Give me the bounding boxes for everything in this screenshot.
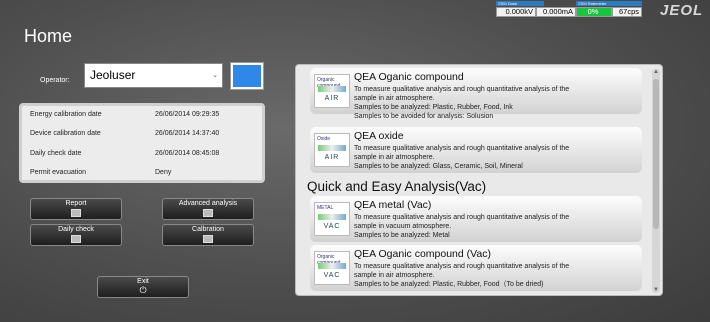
analysis-thumbnail: METAL VAC	[314, 202, 350, 236]
description-line: To measure qualitative analysis and roug…	[354, 86, 570, 93]
calibration-info-panel: Energy calibration date 26/06/2014 09:29…	[19, 103, 265, 183]
analysis-title: QEA Oganic compound (Vac)	[354, 248, 491, 260]
description-line: sample in air atmosphere.	[354, 95, 435, 102]
power-icon: ⏻	[139, 285, 147, 295]
description-line: Samples to be analyzed: Plastic, Rubber,…	[354, 104, 513, 111]
info-value: 26/06/2014 09:29:35	[155, 111, 220, 118]
analysis-thumbnail: Oxide AIR	[314, 133, 350, 167]
page-title: Home	[24, 26, 73, 46]
description-line: Samples to be avoided for analysis: Solu…	[354, 113, 494, 120]
scroll-up-icon[interactable]: ▲	[653, 69, 659, 75]
calibration-button[interactable]: Calbration	[162, 224, 254, 246]
thumbnail-atmosphere: VAC	[323, 272, 341, 279]
dose-label: SSM Dose	[496, 1, 544, 6]
analysis-description: To measure qualitative analysis and roug…	[354, 85, 624, 121]
percent-readout: 0%	[576, 7, 612, 17]
analysis-card-organic-air[interactable]: Organic compound AIR QEA Oganic compound…	[310, 68, 642, 120]
operator-select[interactable]: Jeoluser ⌄	[84, 63, 223, 88]
analysis-thumbnail: Organic compound VAC	[314, 251, 350, 285]
thumbnail-caption: METAL	[317, 205, 334, 211]
jeol-logo: JEOL	[660, 2, 704, 19]
analysis-card-organic-vac[interactable]: Organic compound VAC QEA Oganic compound…	[310, 245, 642, 291]
monitor-icon	[71, 235, 81, 243]
ratemeter-label: SSM Ratemeter	[576, 1, 642, 6]
info-label: Device calibration date	[30, 130, 101, 137]
description-line: To measure qualitative analysis and roug…	[354, 145, 570, 152]
color-swatch	[233, 65, 261, 87]
daily-check-label: Daily check	[58, 226, 94, 233]
analysis-title: QEA metal (Vac)	[354, 199, 432, 211]
description-line: To measure qualitative analysis and roug…	[354, 214, 570, 221]
thumbnail-atmosphere: VAC	[323, 223, 341, 230]
info-label: Energy calibration date	[30, 111, 102, 118]
report-button-label: Report	[65, 200, 87, 207]
description-line: sample in air atmosphere.	[354, 154, 435, 161]
report-button[interactable]: Report	[30, 198, 122, 220]
analysis-thumbnail: Organic compound AIR	[314, 74, 350, 108]
analysis-description: To measure qualitative analysis and roug…	[354, 144, 624, 171]
operator-value: Jeoluser	[90, 68, 136, 82]
analysis-title: QEA oxide	[354, 130, 404, 142]
thumbnail-atmosphere: AIR	[324, 154, 340, 161]
scroll-down-icon[interactable]: ▼	[653, 287, 659, 293]
analysis-card-metal-vac[interactable]: METAL VAC QEA metal (Vac) To measure qua…	[310, 196, 642, 242]
description-line: Samples to be analyzed: Metal	[354, 232, 450, 239]
operator-label: Operator:	[40, 77, 70, 84]
description-line: Samples to be analyzed: Glass, Ceramic, …	[354, 163, 523, 170]
scrollbar-thumb[interactable]	[653, 79, 659, 229]
scrollbar[interactable]: ▲ ▼	[652, 69, 660, 293]
daily-check-button[interactable]: Daily check	[30, 224, 122, 246]
operator-color-button[interactable]	[230, 62, 264, 90]
calibration-icon	[203, 235, 213, 243]
analysis-card-oxide-air[interactable]: Oxide AIR QEA oxide To measure qualitati…	[310, 127, 642, 173]
status-bar: SSM Dose SSM Ratemeter 0.000kV 0.000mA 0…	[496, 1, 642, 17]
info-label: Permit evacuation	[30, 169, 87, 176]
info-row-energy: Energy calibration date 26/06/2014 09:29…	[30, 111, 219, 118]
info-value: 26/06/2014 08:45:08	[155, 150, 220, 157]
spectrum-graphic	[318, 263, 346, 269]
info-row-daily: Daily check date 26/06/2014 08:45:08	[30, 150, 219, 157]
info-row-device: Device calibration date 26/06/2014 14:37…	[30, 130, 219, 137]
ma-readout: 0.000mA	[536, 7, 576, 17]
advanced-analysis-label: Advanced analysis	[178, 200, 238, 207]
section-title: Quick and Easy Analysis(Vac)	[307, 179, 487, 194]
kv-readout: 0.000kV	[496, 7, 536, 17]
description-line: sample in vacuum atmosphere.	[354, 223, 452, 230]
cps-readout: 67cps	[612, 7, 642, 17]
spectrum-graphic	[318, 145, 346, 151]
report-icon	[71, 209, 81, 217]
analysis-title: QEA Oganic compound	[354, 71, 464, 83]
chevron-down-icon: ⌄	[212, 72, 218, 79]
advanced-analysis-button[interactable]: Advanced analysis	[162, 198, 254, 220]
description-line: Samples to be analyzed: Plastic, Rubber,…	[354, 281, 544, 288]
info-value: Deny	[155, 169, 172, 176]
info-label: Daily check date	[30, 150, 82, 157]
image-icon	[203, 209, 213, 217]
exit-button[interactable]: Exit ⏻	[97, 276, 189, 298]
description-line: To measure qualitative analysis and roug…	[354, 263, 570, 270]
spectrum-graphic	[318, 86, 346, 92]
analysis-description: To measure qualitative analysis and roug…	[354, 213, 624, 240]
analysis-description: To measure qualitative analysis and roug…	[354, 262, 624, 289]
description-line: sample in air atmosphere.	[354, 272, 435, 279]
analysis-list-panel[interactable]: Organic compound AIR QEA Oganic compound…	[295, 64, 663, 296]
thumbnail-atmosphere: AIR	[324, 95, 340, 102]
spectrum-graphic	[318, 214, 346, 220]
thumbnail-caption: Oxide	[317, 136, 331, 142]
calibration-label: Calbration	[192, 226, 224, 233]
info-row-evacuation: Permit evacuation Deny	[30, 169, 171, 176]
info-value: 26/06/2014 14:37:40	[155, 130, 220, 137]
exit-label: Exit	[137, 278, 149, 285]
